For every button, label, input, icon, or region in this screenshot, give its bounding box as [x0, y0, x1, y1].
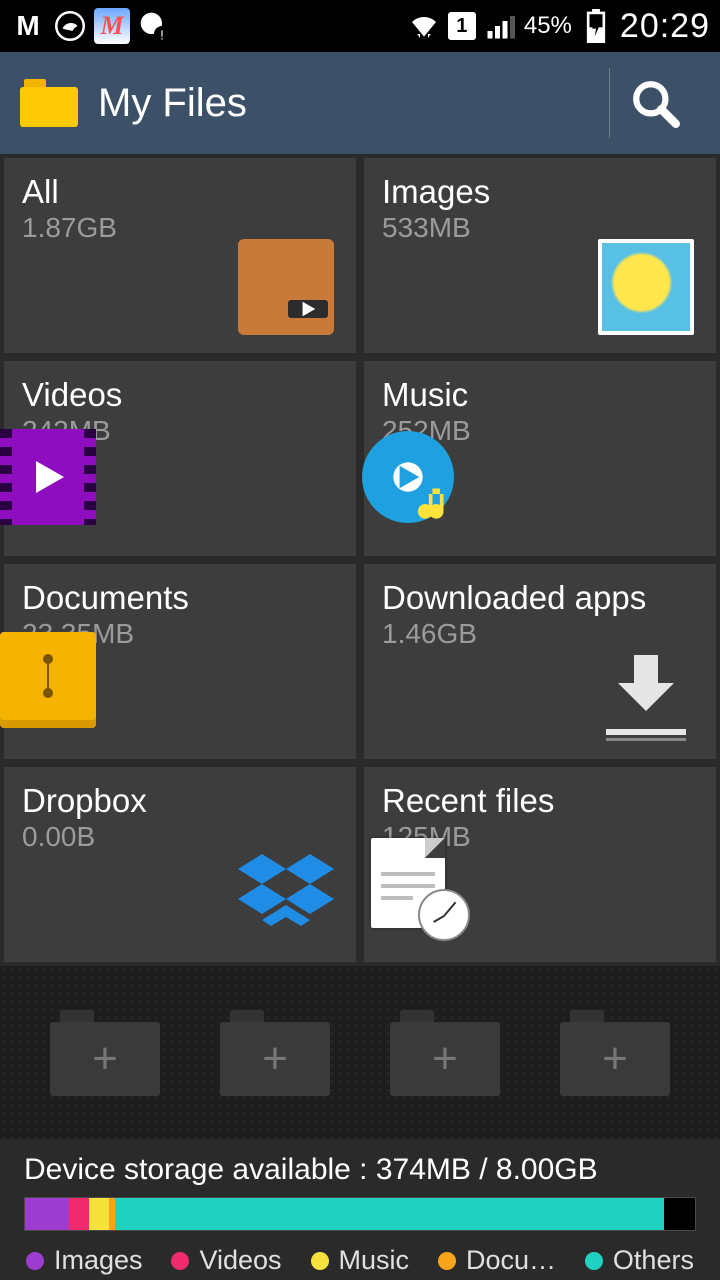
tile-downloaded-apps[interactable]: Downloaded apps 1.46GB: [364, 564, 716, 759]
signal-icon: [482, 8, 518, 44]
storage-seg-images: [25, 1198, 69, 1230]
legend-dot: [171, 1252, 189, 1270]
tile-dropbox[interactable]: Dropbox 0.00B: [4, 767, 356, 962]
legend-label: Others: [613, 1245, 694, 1276]
storage-seg-others: [115, 1198, 664, 1230]
music-icon: [360, 429, 456, 525]
tile-title: All: [22, 174, 338, 210]
download-icon: [598, 645, 694, 741]
shortcut-row: + + + +: [0, 966, 720, 1139]
add-shortcut-2[interactable]: +: [220, 1010, 330, 1096]
notif-icon-sync-alert: !: [136, 8, 172, 44]
storage-seg-free: [664, 1198, 695, 1230]
app-header: My Files: [0, 52, 720, 154]
tile-documents[interactable]: Documents 23.35MB: [4, 564, 356, 759]
legend-item-others: Others: [585, 1245, 694, 1276]
storage-seg-videos: [69, 1198, 89, 1230]
battery-percent: 45%: [524, 12, 572, 40]
images-icon: [598, 239, 694, 335]
tile-title: Dropbox: [22, 783, 338, 819]
storage-legend: Images Videos Music Docu… Others: [24, 1245, 696, 1280]
legend-label: Music: [339, 1245, 410, 1276]
notif-icon-app-m: M: [10, 8, 46, 44]
search-icon: [630, 78, 680, 128]
tile-title: Downloaded apps: [382, 580, 698, 616]
legend-label: Videos: [199, 1245, 281, 1276]
storage-label: Device storage available : 374MB / 8.00G…: [24, 1153, 696, 1187]
add-shortcut-1[interactable]: +: [50, 1010, 160, 1096]
tile-title: Recent files: [382, 783, 698, 819]
sim-indicator: 1: [448, 12, 476, 40]
storage-seg-music: [89, 1198, 110, 1230]
tile-title: Documents: [22, 580, 338, 616]
notif-icon-app-m2: M: [94, 8, 130, 44]
tile-title: Music: [382, 377, 698, 413]
search-button[interactable]: [610, 52, 700, 154]
storage-footer[interactable]: Device storage available : 374MB / 8.00G…: [0, 1139, 720, 1280]
tile-title: Videos: [22, 377, 338, 413]
legend-label: Docu…: [466, 1245, 556, 1276]
wifi-icon: [406, 8, 442, 44]
legend-item-music: Music: [311, 1245, 410, 1276]
dropbox-icon: [238, 848, 334, 944]
android-status-bar: M M ! 1 45% 20:29: [0, 0, 720, 52]
tile-music[interactable]: Music 252MB: [364, 361, 716, 556]
notif-icon-bird: [52, 8, 88, 44]
legend-label: Images: [54, 1245, 143, 1276]
documents-icon: [0, 632, 96, 728]
tile-all[interactable]: All 1.87GB: [4, 158, 356, 353]
storage-bar: [24, 1197, 696, 1231]
app-title: My Files: [98, 81, 247, 126]
legend-dot: [26, 1252, 44, 1270]
battery-charging-icon: [578, 8, 614, 44]
clock: 20:29: [620, 7, 710, 46]
legend-item-videos: Videos: [171, 1245, 281, 1276]
add-shortcut-4[interactable]: +: [560, 1010, 670, 1096]
svg-text:!: !: [160, 27, 164, 42]
add-shortcut-3[interactable]: +: [390, 1010, 500, 1096]
all-icon: [238, 239, 334, 335]
legend-dot: [585, 1252, 603, 1270]
tile-recent-files[interactable]: Recent files 125MB: [364, 767, 716, 962]
app-folder-icon: [20, 79, 78, 127]
legend-dot: [311, 1252, 329, 1270]
tile-videos[interactable]: Videos 242MB: [4, 361, 356, 556]
legend-item-docu…: Docu…: [438, 1245, 556, 1276]
tile-title: Images: [382, 174, 698, 210]
category-grid: All 1.87GB Images 533MB Videos 242MB Mus…: [0, 154, 720, 966]
tile-images[interactable]: Images 533MB: [364, 158, 716, 353]
legend-dot: [438, 1252, 456, 1270]
recent-icon: [360, 835, 456, 931]
legend-item-images: Images: [26, 1245, 143, 1276]
videos-icon: [0, 429, 96, 525]
